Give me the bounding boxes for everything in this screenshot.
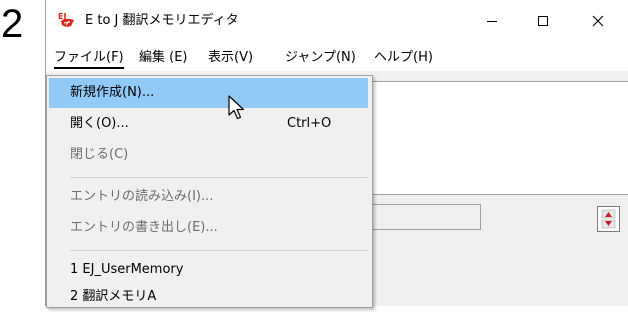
file-menu-dropdown: 新規作成(N)... 開く(O)... Ctrl+O 閉じる(C) エントリの読… bbox=[46, 75, 373, 308]
menu-item-close[interactable]: 閉じる(C) bbox=[49, 140, 368, 170]
minimize-icon bbox=[487, 20, 497, 22]
menu-view[interactable]: 表示(V) bbox=[208, 49, 253, 67]
menu-item-shortcut: Ctrl+O bbox=[287, 116, 332, 131]
entry-field[interactable] bbox=[368, 204, 481, 230]
menu-item-recent-1[interactable]: 1 EJ_UserMemory bbox=[49, 255, 368, 285]
menu-item-recent-2[interactable]: 2 翻訳メモリA bbox=[49, 282, 368, 312]
title-bar[interactable]: EJ E to J 翻訳メモリエディタ bbox=[46, 0, 628, 41]
mouse-pointer-icon bbox=[228, 95, 245, 120]
menu-item-open[interactable]: 開く(O)... Ctrl+O bbox=[49, 109, 368, 139]
window-title: E to J 翻訳メモリエディタ bbox=[85, 13, 239, 28]
close-icon bbox=[592, 15, 604, 26]
up-down-arrows-icon bbox=[601, 209, 616, 229]
maximize-button[interactable] bbox=[520, 0, 566, 41]
menu-edit[interactable]: 編集 (E) bbox=[139, 49, 188, 67]
ej-app-icon: EJ bbox=[58, 12, 74, 27]
menu-item-label: エントリの読み込み(I)... bbox=[70, 189, 214, 204]
maximize-icon bbox=[538, 15, 548, 26]
menu-item-label: 開く(O)... bbox=[70, 116, 129, 131]
menu-item-label: エントリの書き出し(E)... bbox=[70, 220, 218, 235]
menu-help[interactable]: ヘルプ(H) bbox=[374, 49, 433, 67]
menu-separator bbox=[70, 250, 367, 251]
menu-separator bbox=[70, 177, 367, 178]
menu-item-export-entries[interactable]: エントリの書き出し(E)... bbox=[49, 213, 368, 243]
close-button[interactable] bbox=[575, 0, 621, 41]
menu-item-label: 閉じる(C) bbox=[70, 147, 129, 162]
editor-text-area[interactable] bbox=[368, 81, 628, 195]
spin-button[interactable] bbox=[597, 206, 620, 232]
app-window: EJ E to J 翻訳メモリエディタ ファイル(F) 編集 (E) 表示(V)… bbox=[45, 0, 628, 308]
menu-item-import-entries[interactable]: エントリの読み込み(I)... bbox=[49, 182, 368, 212]
menu-item-label: 2 翻訳メモリA bbox=[70, 289, 157, 304]
minimize-button[interactable] bbox=[469, 0, 515, 41]
menu-file[interactable]: ファイル(F) bbox=[54, 49, 124, 69]
menu-item-label: 新規作成(N)... bbox=[70, 85, 155, 100]
menu-item-label: 1 EJ_UserMemory bbox=[70, 262, 184, 277]
step-number: 2 bbox=[1, 2, 24, 46]
menu-item-new[interactable]: 新規作成(N)... bbox=[49, 78, 368, 108]
menu-jump[interactable]: ジャンプ(N) bbox=[285, 49, 356, 67]
